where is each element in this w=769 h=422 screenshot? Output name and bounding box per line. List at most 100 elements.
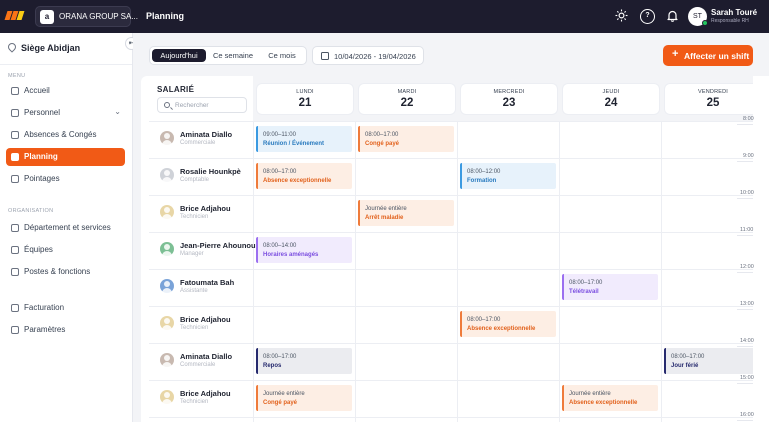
shift-block-absence-exceptionnelle[interactable]: 08:00–17:00 Absence exceptionnelle [256, 163, 352, 189]
employee-column-header: SALARIÉ [157, 85, 195, 94]
view-week-button[interactable]: Ce semaine [208, 49, 258, 62]
employee-row[interactable]: Rosalie Hounkpè Comptable [157, 158, 253, 194]
employee-row[interactable]: Aminata Diallo Commerciale [157, 121, 253, 157]
shift-type: Absence exceptionnelle [467, 326, 536, 332]
shift-block-absence-exceptionnelle[interactable]: 08:00–17:00 Absence exceptionnelle [460, 311, 556, 337]
shift-block-arret-maladie[interactable]: Journée entière Arrêt maladie [358, 200, 454, 226]
employee-row[interactable]: Brice Adjahou Technicien [157, 380, 253, 416]
employee-avatar [160, 131, 174, 145]
online-status-dot [702, 20, 708, 26]
column-divider [457, 121, 458, 422]
sidebar-item-accueil[interactable]: Accueil [6, 82, 125, 100]
hour-tick [737, 346, 753, 347]
sidebar-item-label: Paramètres [24, 325, 66, 334]
company-switcher[interactable]: a ORANA GROUP SA... [35, 6, 138, 27]
employee-name: Aminata Diallo [180, 130, 233, 139]
hour-tick [737, 198, 753, 199]
sidebar-item-facturation[interactable]: Facturation [6, 299, 125, 317]
employee-avatar [160, 353, 174, 367]
divider [0, 64, 132, 65]
sidebar-item-postes-fonctions[interactable]: Postes & fonctions [6, 263, 125, 281]
day-header-mercredi[interactable]: MERCREDI 23 [461, 84, 557, 114]
view-month-button[interactable]: Ce mois [260, 49, 304, 62]
company-avatar: a [40, 10, 54, 24]
shift-time: 08:00–17:00 [263, 354, 297, 360]
employee-avatar [160, 205, 174, 219]
day-number: 22 [400, 97, 414, 109]
hour-label: 8:00 [743, 116, 754, 122]
day-header-vendredi[interactable]: VENDREDI 25 [665, 84, 761, 114]
employee-row[interactable]: Brice Adjahou Technicien [157, 195, 253, 231]
sidebar-item-equipes[interactable]: Équipes [6, 241, 125, 259]
date-range-picker[interactable]: 10/04/2026 - 19/04/2026 [312, 46, 424, 65]
employee-role: Manager [180, 251, 204, 257]
day-name: MERCREDI [493, 89, 525, 95]
sidebar-item-absences-conges[interactable]: Absences & Congés [6, 126, 125, 144]
employee-name: Rosalie Hounkpè [180, 167, 241, 176]
employee-row[interactable]: Jean-Pierre Ahounou Manager [157, 232, 256, 268]
shift-type: Télétravail [569, 289, 599, 295]
employee-avatar [160, 242, 174, 256]
employee-search[interactable]: Rechercher [157, 97, 247, 113]
employee-row[interactable]: Aminata Diallo Commerciale [157, 343, 253, 379]
hour-tick [737, 272, 753, 273]
assign-shift-button[interactable]: + Affecter un shift [663, 45, 753, 66]
shift-time: 08:00–14:00 [263, 243, 297, 249]
hour-tick [737, 309, 753, 310]
employee-row[interactable]: Brice Adjahou Technicien [157, 306, 253, 342]
hour-tick [737, 161, 753, 162]
shift-block-conge-paye[interactable]: 08:00–17:00 Congé payé [358, 126, 454, 152]
brand-logo[interactable] [4, 11, 25, 20]
user-role: Responsable RH [711, 18, 749, 24]
employee-row[interactable]: Fatoumata Bah Assistante [157, 269, 253, 305]
day-name: JEUDI [602, 89, 620, 95]
day-header-mardi[interactable]: MARDI 22 [359, 84, 455, 114]
sidebar-item-pointages[interactable]: Pointages [6, 170, 125, 188]
shift-type: Congé payé [365, 141, 400, 147]
sidebar-item-planning[interactable]: Planning [6, 148, 125, 166]
sidebar-item-label: Facturation [24, 303, 65, 312]
main-content: Aujourd'hui Ce semaine Ce mois 10/04/202… [133, 33, 769, 422]
row-divider [149, 417, 769, 418]
shift-time: 09:00–11:00 [263, 132, 296, 138]
day-header-lundi[interactable]: LUNDI 21 [257, 84, 353, 114]
location-pin-icon [6, 41, 18, 53]
hour-label: 16:00 [740, 412, 754, 418]
shift-block-teletravail[interactable]: 08:00–17:00 Télétravail [562, 274, 658, 300]
sidebar-item-parametres[interactable]: Paramètres [6, 321, 125, 339]
shift-block-horaires-amenages[interactable]: 08:00–14:00 Horaires aménagés [256, 237, 352, 263]
plus-icon: + [672, 48, 679, 60]
site-selector[interactable]: Siège Abidjan [6, 41, 80, 53]
hour-label: 10:00 [740, 190, 754, 196]
view-today-button[interactable]: Aujourd'hui [152, 49, 206, 62]
employee-avatar [160, 279, 174, 293]
shift-time: 08:00–17:00 [569, 280, 603, 286]
employee-role: Technicien [180, 399, 209, 405]
clock-icon [11, 175, 19, 183]
bell-icon[interactable] [665, 9, 680, 24]
sidebar-item-personnel[interactable]: Personnel ⌄ [6, 104, 125, 122]
shift-block-repos[interactable]: 08:00–17:00 Repos [256, 348, 352, 374]
shift-block-formation[interactable]: 08:00–12:00 Formation [460, 163, 556, 189]
employee-role: Commerciale [180, 140, 216, 146]
sidebar-item-label: Pointages [24, 174, 60, 183]
hour-label: 13:00 [740, 301, 754, 307]
day-header-jeudi[interactable]: JEUDI 24 [563, 84, 659, 114]
help-icon[interactable]: ? [640, 9, 655, 24]
hour-label: 15:00 [740, 375, 754, 381]
sidebar-item-departement-et-services[interactable]: Département et services [6, 219, 125, 237]
employee-role: Technicien [180, 325, 209, 331]
shift-time: Journée entière [263, 391, 305, 397]
shift-type: Réunion / Événement [263, 141, 325, 147]
sun-icon[interactable] [614, 9, 629, 24]
shift-block-jour-ferie[interactable]: 08:00–17:00 Jour férié [664, 348, 760, 374]
assign-shift-label: Affecter un shift [684, 51, 750, 61]
calendar-icon [321, 52, 329, 60]
shift-block-absence-exceptionnelle[interactable]: Journée entière Absence exceptionnelle [562, 385, 658, 411]
employee-name: Jean-Pierre Ahounou [180, 241, 256, 250]
sidebar-item-label: Postes & fonctions [24, 267, 91, 276]
shift-block-conge-paye[interactable]: Journée entière Congé payé [256, 385, 352, 411]
user-name[interactable]: Sarah Touré [711, 8, 757, 17]
shift-block-reunion-evenement[interactable]: 09:00–11:00 Réunion / Événement [256, 126, 352, 152]
sidebar-item-label: Absences & Congés [24, 130, 97, 139]
